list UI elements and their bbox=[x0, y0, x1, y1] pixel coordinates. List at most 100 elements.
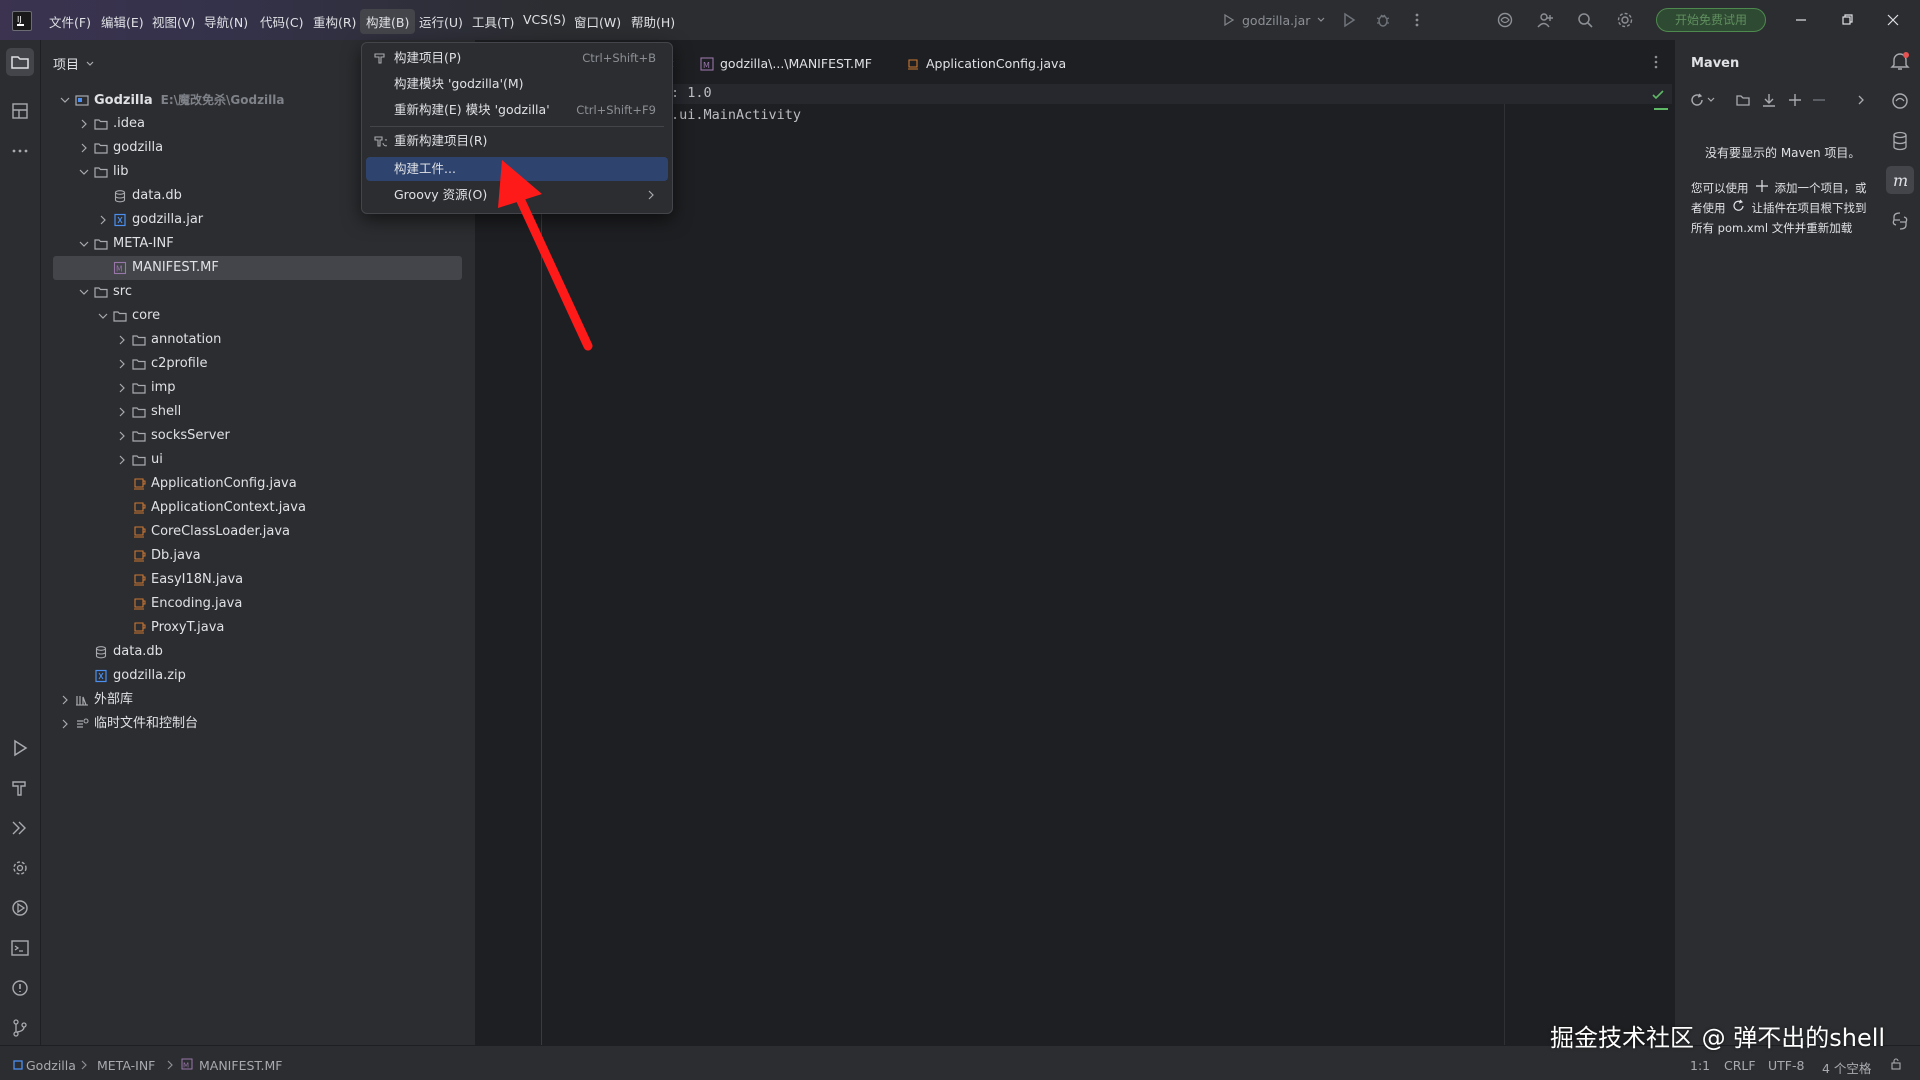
lock-icon[interactable] bbox=[1890, 1058, 1902, 1070]
menu-item-rebuild-module[interactable]: 重新构建(E) 模块 'godzilla' Ctrl+Shift+F9 bbox=[366, 98, 668, 122]
menu-edit[interactable]: 编辑(E) bbox=[101, 12, 144, 31]
search-icon[interactable] bbox=[1576, 11, 1594, 29]
tree-item-java[interactable]: ProxyT.java bbox=[53, 616, 462, 640]
minimize-icon[interactable] bbox=[1792, 11, 1810, 29]
build-hammer-icon[interactable] bbox=[9, 777, 31, 799]
breadcrumb-file[interactable]: MANIFEST.MF bbox=[199, 1058, 283, 1073]
run-icon[interactable] bbox=[1340, 11, 1358, 29]
chevron-right-icon[interactable] bbox=[117, 455, 127, 465]
tab-application-config[interactable]: ApplicationConfig.java bbox=[906, 56, 1066, 71]
chevron-right-icon[interactable] bbox=[79, 143, 89, 153]
debug-play-icon[interactable] bbox=[9, 897, 31, 919]
menu-file[interactable]: 文件(F) bbox=[49, 12, 91, 31]
menu-navigate[interactable]: 导航(N) bbox=[204, 12, 248, 31]
chevron-down-icon[interactable] bbox=[98, 311, 108, 321]
chevron-right-icon[interactable] bbox=[1855, 94, 1867, 106]
tree-item-folder[interactable]: c2profile bbox=[53, 352, 462, 376]
chevron-right-icon[interactable] bbox=[117, 383, 127, 393]
app-logo-icon[interactable]: IJ bbox=[12, 11, 32, 31]
terminal-icon[interactable] bbox=[9, 937, 31, 959]
menu-window[interactable]: 窗口(W) bbox=[574, 12, 621, 31]
menu-help[interactable]: 帮助(H) bbox=[631, 12, 675, 31]
close-icon[interactable] bbox=[1884, 11, 1902, 29]
menu-vcs[interactable]: VCS(S) bbox=[523, 12, 566, 27]
tree-item-folder[interactable]: META-INF bbox=[53, 232, 462, 256]
breadcrumb-project[interactable]: Godzilla bbox=[26, 1058, 76, 1073]
tree-item-java[interactable]: CoreClassLoader.java bbox=[53, 520, 462, 544]
chevron-right-icon[interactable] bbox=[79, 119, 89, 129]
menu-code[interactable]: 代码(C) bbox=[260, 12, 303, 31]
more-vertical-icon[interactable] bbox=[1408, 11, 1426, 29]
chevron-right-icon[interactable] bbox=[117, 335, 127, 345]
menu-build[interactable]: 构建(B) bbox=[360, 9, 416, 34]
debug-icon[interactable] bbox=[1374, 11, 1392, 29]
menu-item-build-project[interactable]: 构建项目(P) Ctrl+Shift+B bbox=[366, 46, 668, 70]
menu-item-build-module[interactable]: 构建模块 'godzilla'(M) bbox=[366, 72, 668, 96]
code-with-me-icon[interactable] bbox=[1536, 11, 1554, 29]
chevron-right-icon[interactable] bbox=[98, 215, 108, 225]
chevron-down-icon[interactable] bbox=[1707, 96, 1715, 104]
chevron-right-icon[interactable] bbox=[117, 407, 127, 417]
tree-item-folder[interactable]: src bbox=[53, 280, 462, 304]
problems-icon[interactable] bbox=[9, 977, 31, 999]
tree-item-db[interactable]: data.db bbox=[53, 640, 462, 664]
chevron-down-icon[interactable] bbox=[79, 167, 89, 177]
tree-item-lib[interactable]: 外部库 bbox=[53, 688, 462, 712]
menu-view[interactable]: 视图(V) bbox=[152, 12, 195, 31]
services-icon[interactable] bbox=[9, 817, 31, 839]
more-horizontal-icon[interactable] bbox=[9, 140, 31, 162]
indent-setting[interactable]: 4 个空格 bbox=[1822, 1058, 1871, 1077]
plus-icon[interactable] bbox=[1755, 179, 1769, 193]
tree-item-folder[interactable]: ui bbox=[53, 448, 462, 472]
tree-item-folder[interactable]: imp bbox=[53, 376, 462, 400]
tree-item-folder[interactable]: socksServer bbox=[53, 424, 462, 448]
notifications-bell-icon[interactable] bbox=[1889, 50, 1911, 72]
plugins-gear-icon[interactable] bbox=[9, 857, 31, 879]
code-line-1[interactable]: : 1.0 bbox=[671, 85, 712, 101]
menu-run[interactable]: 运行(U) bbox=[419, 12, 463, 31]
run-tool-icon[interactable] bbox=[9, 737, 31, 759]
git-branch-icon[interactable] bbox=[9, 1017, 31, 1039]
project-panel-header[interactable]: 项目 bbox=[53, 54, 95, 73]
chevron-right-icon[interactable] bbox=[117, 359, 127, 369]
tree-item-java[interactable]: Db.java bbox=[53, 544, 462, 568]
trial-button[interactable]: 开始免费试用 bbox=[1656, 8, 1766, 32]
tree-item-folder[interactable]: annotation bbox=[53, 328, 462, 352]
reload-icon[interactable] bbox=[1689, 92, 1705, 108]
tree-item-scratch[interactable]: 临时文件和控制台 bbox=[53, 712, 462, 736]
tab-manifest[interactable]: M godzilla\...\MANIFEST.MF bbox=[700, 56, 872, 71]
minus-icon[interactable] bbox=[1811, 92, 1827, 108]
chevron-right-icon[interactable] bbox=[60, 719, 70, 729]
tree-item-folder[interactable]: shell bbox=[53, 400, 462, 424]
chevron-down-icon[interactable] bbox=[79, 287, 89, 297]
tree-item-folder[interactable]: core bbox=[53, 304, 462, 328]
download-icon[interactable] bbox=[1761, 92, 1777, 108]
menu-tools[interactable]: 工具(T) bbox=[472, 12, 514, 31]
plus-icon[interactable] bbox=[1787, 92, 1803, 108]
restore-icon[interactable] bbox=[1838, 11, 1856, 29]
maven-icon[interactable]: m bbox=[1889, 169, 1911, 191]
tree-item-java[interactable]: EasyI18N.java bbox=[53, 568, 462, 592]
line-separator[interactable]: CRLF bbox=[1724, 1058, 1756, 1073]
chevron-right-icon[interactable] bbox=[60, 695, 70, 705]
database-icon[interactable] bbox=[1889, 130, 1911, 152]
code-line-2[interactable]: .ui.MainActivity bbox=[671, 107, 801, 123]
tree-item-java[interactable]: ApplicationContext.java bbox=[53, 496, 462, 520]
breadcrumb-folder[interactable]: META-INF bbox=[97, 1058, 155, 1073]
scrollbar-marker[interactable] bbox=[1654, 108, 1668, 110]
python-console-icon[interactable] bbox=[1889, 210, 1911, 232]
menu-refactor[interactable]: 重构(R) bbox=[313, 12, 356, 31]
ai-assistant-icon[interactable] bbox=[1496, 11, 1514, 29]
tree-item-java[interactable]: Encoding.java bbox=[53, 592, 462, 616]
run-config-selector[interactable]: godzilla.jar bbox=[1222, 11, 1326, 29]
tree-item-manifest[interactable]: M MANIFEST.MF bbox=[53, 256, 462, 280]
chevron-down-icon[interactable] bbox=[79, 239, 89, 249]
tree-item-zip[interactable]: godzilla.zip bbox=[53, 664, 462, 688]
more-vertical-icon[interactable] bbox=[1648, 54, 1664, 70]
ai-chat-icon[interactable] bbox=[1889, 90, 1911, 112]
file-encoding[interactable]: UTF-8 bbox=[1768, 1058, 1804, 1073]
caret-position[interactable]: 1:1 bbox=[1690, 1058, 1710, 1073]
gear-icon[interactable] bbox=[1616, 11, 1634, 29]
chevron-down-icon[interactable] bbox=[60, 95, 70, 105]
project-folder-icon[interactable] bbox=[9, 51, 31, 73]
